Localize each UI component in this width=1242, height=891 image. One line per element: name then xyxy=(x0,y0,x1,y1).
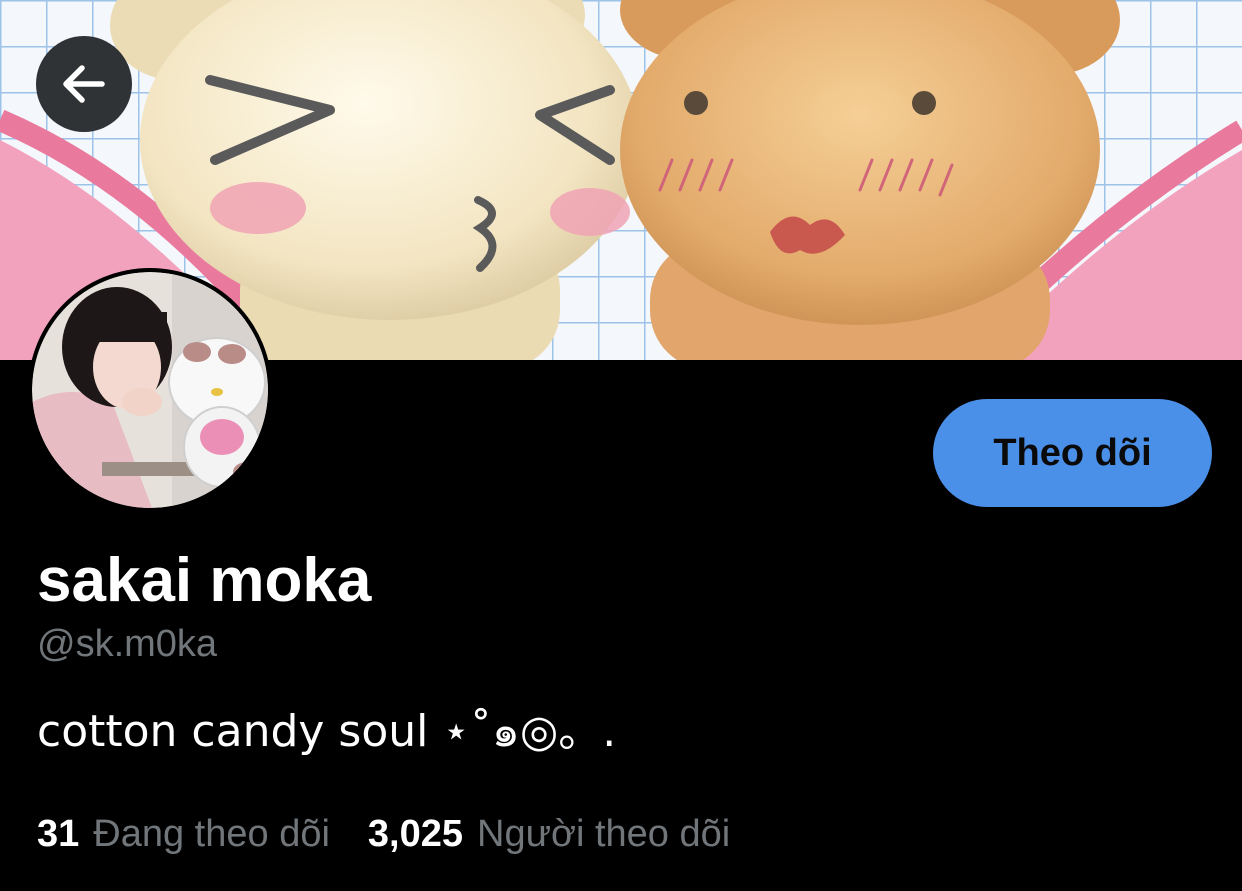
back-button[interactable] xyxy=(36,36,132,132)
handle: @sk.m0ka xyxy=(37,623,218,665)
avatar[interactable] xyxy=(28,268,272,512)
followers-count: 3,025 xyxy=(367,813,464,855)
followers-link[interactable]: 3,025 Người theo dõi xyxy=(368,810,730,858)
follow-button[interactable]: Theo dõi xyxy=(933,399,1212,507)
display-name: sakai moka xyxy=(37,546,372,615)
following-link[interactable]: 31 Đang theo dõi xyxy=(37,810,330,858)
bio: cotton candy soul ⋆˚๑◎。. xyxy=(37,706,617,757)
followers-label: Người theo dõi xyxy=(477,813,731,855)
following-count: 31 xyxy=(37,813,80,855)
following-label: Đang theo dõi xyxy=(93,813,330,855)
arrow-left-icon xyxy=(63,65,105,103)
profile-stats: 31 Đang theo dõi 3,025 Người theo dõi xyxy=(37,810,730,858)
profile-page: Theo dõi sakai moka @sk.m0ka cotton cand… xyxy=(0,0,1242,891)
follow-button-label: Theo dõi xyxy=(993,431,1152,474)
